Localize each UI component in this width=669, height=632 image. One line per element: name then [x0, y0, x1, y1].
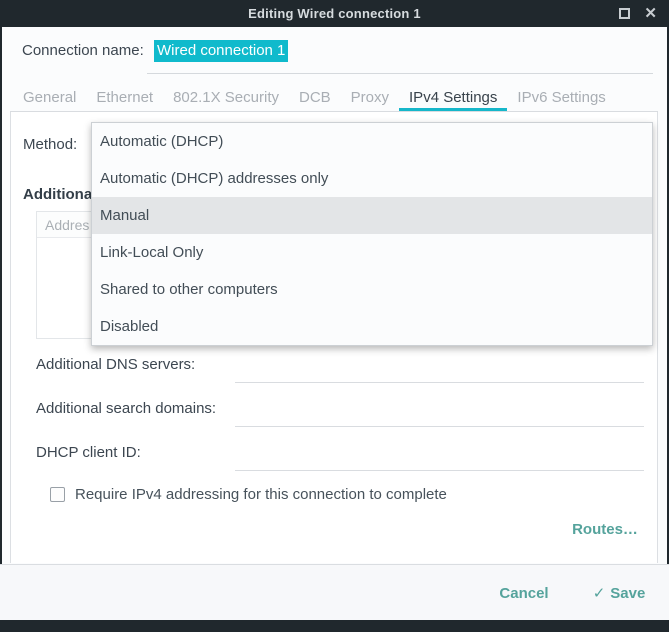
connection-name-selected-text: Wired connection 1	[154, 40, 288, 62]
tab-ethernet[interactable]: Ethernet	[86, 85, 163, 111]
dhcp-client-id-label: DHCP client ID:	[36, 444, 141, 461]
dhcp-client-id-input[interactable]	[235, 447, 644, 471]
maximize-icon[interactable]	[619, 8, 630, 19]
window-bottom-border	[0, 620, 669, 632]
additional-dns-label: Additional DNS servers:	[36, 356, 195, 373]
close-icon[interactable]: ✕	[644, 0, 657, 27]
action-bar: Cancel ✓ Save	[0, 564, 669, 620]
method-dropdown-popup: Automatic (DHCP) Automatic (DHCP) addres…	[91, 122, 653, 346]
method-label: Method:	[23, 136, 77, 153]
tab-proxy[interactable]: Proxy	[341, 85, 399, 111]
tab-8021x-security[interactable]: 802.1X Security	[163, 85, 289, 111]
additional-dns-input[interactable]	[235, 359, 644, 383]
additional-addresses-label: Additiona	[23, 186, 92, 203]
save-button[interactable]: ✓ Save	[583, 577, 655, 609]
connection-name-label: Connection name:	[22, 42, 144, 59]
window-title: Editing Wired connection 1	[248, 6, 421, 21]
routes-button[interactable]: Routes…	[557, 514, 653, 544]
tab-ipv6-settings[interactable]: IPv6 Settings	[507, 85, 615, 111]
require-ipv4-checkbox[interactable]	[50, 487, 65, 502]
window-titlebar: Editing Wired connection 1 ✕	[0, 0, 669, 27]
tab-bar: General Ethernet 802.1X Security DCB Pro…	[10, 85, 658, 112]
method-option-automatic-dhcp[interactable]: Automatic (DHCP)	[92, 123, 652, 160]
method-option-disabled[interactable]: Disabled	[92, 308, 652, 345]
require-ipv4-label: Require IPv4 addressing for this connect…	[75, 486, 447, 503]
search-domains-input[interactable]	[235, 403, 644, 427]
method-option-link-local-only[interactable]: Link-Local Only	[92, 234, 652, 271]
method-option-shared[interactable]: Shared to other computers	[92, 271, 652, 308]
tab-ipv4-settings[interactable]: IPv4 Settings	[399, 85, 507, 111]
cancel-button[interactable]: Cancel	[488, 577, 560, 609]
method-option-manual[interactable]: Manual	[92, 197, 652, 234]
check-icon: ✓	[593, 584, 606, 602]
tab-dcb[interactable]: DCB	[289, 85, 341, 111]
method-option-automatic-addresses-only[interactable]: Automatic (DHCP) addresses only	[92, 160, 652, 197]
window-controls: ✕	[619, 0, 657, 27]
connection-name-input[interactable]: Wired connection 1	[147, 38, 653, 74]
tab-general[interactable]: General	[13, 85, 86, 111]
search-domains-label: Additional search domains:	[36, 400, 216, 417]
save-button-label: Save	[610, 585, 645, 602]
